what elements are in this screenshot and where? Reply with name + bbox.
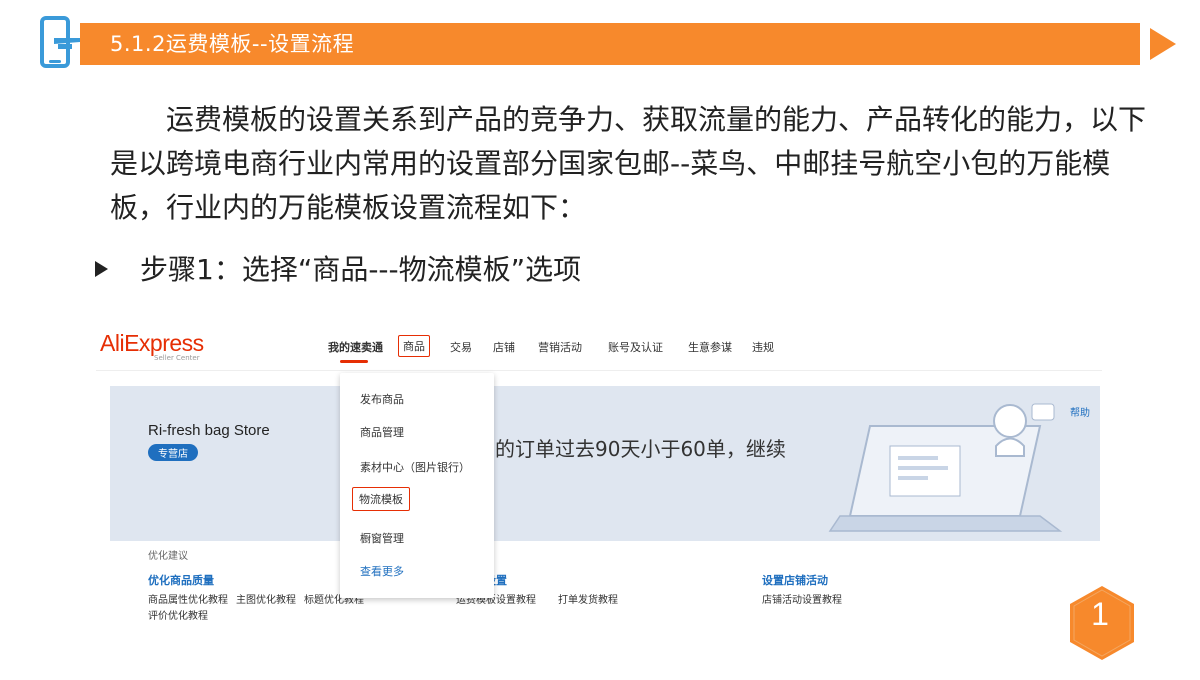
next-arrow-icon <box>1150 28 1176 60</box>
menu-item-showcase-management[interactable]: 橱窗管理 <box>360 530 404 546</box>
nav-orders[interactable]: 交易 <box>450 339 472 355</box>
page-number: 1 <box>1091 596 1109 632</box>
nav-my-aliexpress[interactable]: 我的速卖通 <box>328 339 383 355</box>
menu-item-view-more[interactable]: 查看更多 <box>360 563 404 579</box>
seller-center-screenshot: AliExpress Seller Center 我的速卖通 商品 交易 店铺 … <box>96 318 1102 628</box>
link-review-tutorial[interactable]: 评价优化教程 <box>148 607 208 622</box>
laptop-illustration <box>828 403 1063 532</box>
store-type-badge: 专营店 <box>148 444 198 461</box>
nav-violations[interactable]: 违规 <box>752 339 774 355</box>
nav-store[interactable]: 店铺 <box>493 339 515 355</box>
products-dropdown-menu: 发布商品 商品管理 素材中心（图片银行） 物流模板 橱窗管理 查看更多 <box>340 373 494 598</box>
suggestions-label: 优化建议 <box>148 551 188 562</box>
link-main-image-tutorial[interactable]: 主图优化教程 <box>236 591 296 606</box>
nav-business-advisor[interactable]: 生意参谋 <box>688 339 732 355</box>
suggest-group-product-quality[interactable]: 优化商品质量 <box>148 572 214 588</box>
step-text: 步骤1：选择“商品---物流模板”选项 <box>140 253 582 286</box>
menu-item-material-center[interactable]: 素材中心（图片银行） <box>360 459 470 475</box>
intro-paragraph: 运费模板的设置关系到产品的竞争力、获取流量的能力、产品转化的能力，以下是以跨境电… <box>110 103 1147 224</box>
store-message: 的订单过去90天小于60单，继续 <box>495 437 786 461</box>
store-name: Ri-fresh bag Store <box>148 422 270 439</box>
aliexpress-logo[interactable]: AliExpress <box>100 330 204 357</box>
optimization-suggestions: 优化建议 优化商品质量 商品属性优化教程 主图优化教程 标题优化教程 评价优化教… <box>110 541 1100 628</box>
step-line: 步骤1：选择“商品---物流模板”选项 <box>95 248 581 292</box>
seller-center-label: Seller Center <box>154 354 200 362</box>
triangle-bullet-icon <box>95 261 108 277</box>
menu-item-logistics-template[interactable]: 物流模板 <box>352 487 410 511</box>
menu-item-product-management[interactable]: 商品管理 <box>360 424 404 440</box>
active-nav-indicator <box>340 360 368 363</box>
link-attribute-tutorial[interactable]: 商品属性优化教程 <box>148 591 228 606</box>
slide-title: 5.1.2运费模板--设置流程 <box>110 32 355 56</box>
menu-item-publish-product[interactable]: 发布商品 <box>360 391 404 407</box>
link-shipping-tutorial[interactable]: 打单发货教程 <box>558 591 618 606</box>
nav-products[interactable]: 商品 <box>398 335 430 357</box>
nav-marketing[interactable]: 营销活动 <box>538 339 582 355</box>
link-store-activity-tutorial[interactable]: 店铺活动设置教程 <box>762 591 842 606</box>
seller-header: AliExpress Seller Center 我的速卖通 商品 交易 店铺 … <box>96 318 1102 371</box>
suggest-group-store-activity[interactable]: 设置店铺活动 <box>762 572 828 588</box>
store-banner: Ri-fresh bag Store 专营店 的订单过去90天小于60单，继续 … <box>110 386 1100 541</box>
nav-account[interactable]: 账号及认证 <box>608 339 663 355</box>
